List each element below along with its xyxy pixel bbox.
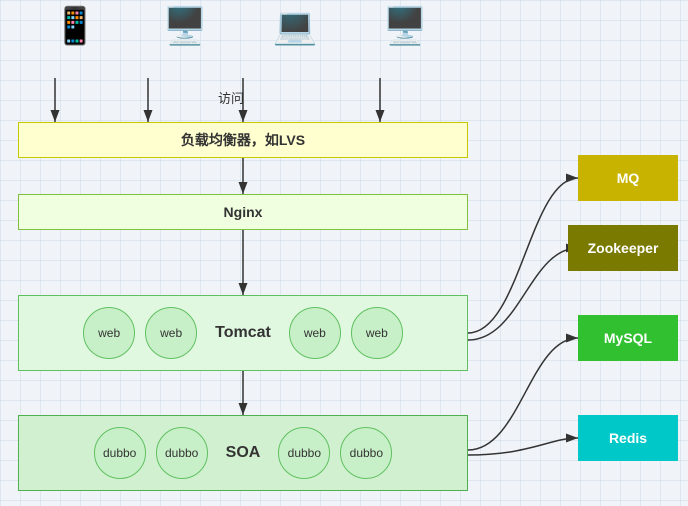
laptop-icon: 💻 xyxy=(273,8,318,44)
mobile-icon: 📱 xyxy=(53,8,98,44)
diagram-container: 📱 🖥️ 💻 🖥️ 访问 负载均衡器，如LVS Nginx web web To… xyxy=(0,0,688,506)
soa-label: SOA xyxy=(226,444,261,462)
soa-dubbo-node-3: dubbo xyxy=(278,427,330,479)
tomcat-label: Tomcat xyxy=(215,324,271,342)
tomcat-web-node-4: web xyxy=(351,307,403,359)
soa-dubbo-node-2: dubbo xyxy=(156,427,208,479)
tomcat-web-node-1: web xyxy=(83,307,135,359)
redis-box: Redis xyxy=(578,415,678,461)
tomcat-web-node-3: web xyxy=(289,307,341,359)
devices-row: 📱 🖥️ 💻 🖥️ xyxy=(20,8,460,44)
lvs-label: 负载均衡器，如LVS xyxy=(181,130,305,150)
nginx-label: Nginx xyxy=(224,204,263,220)
nginx-box: Nginx xyxy=(18,194,468,230)
soa-container: dubbo dubbo SOA dubbo dubbo xyxy=(18,415,468,491)
tomcat-container: web web Tomcat web web xyxy=(18,295,468,371)
desktop-icon: 🖥️ xyxy=(163,8,208,44)
lvs-box: 负载均衡器，如LVS xyxy=(18,122,468,158)
mysql-label: MySQL xyxy=(604,330,652,346)
mq-box: MQ xyxy=(578,155,678,201)
monitor-icon: 🖥️ xyxy=(383,8,428,44)
tomcat-web-node-2: web xyxy=(145,307,197,359)
access-label: 访问 xyxy=(218,88,244,107)
redis-label: Redis xyxy=(609,430,647,446)
soa-dubbo-node-1: dubbo xyxy=(94,427,146,479)
zookeeper-box: Zookeeper xyxy=(568,225,678,271)
soa-dubbo-node-4: dubbo xyxy=(340,427,392,479)
mq-label: MQ xyxy=(617,170,640,186)
mysql-box: MySQL xyxy=(578,315,678,361)
zookeeper-label: Zookeeper xyxy=(588,240,659,256)
